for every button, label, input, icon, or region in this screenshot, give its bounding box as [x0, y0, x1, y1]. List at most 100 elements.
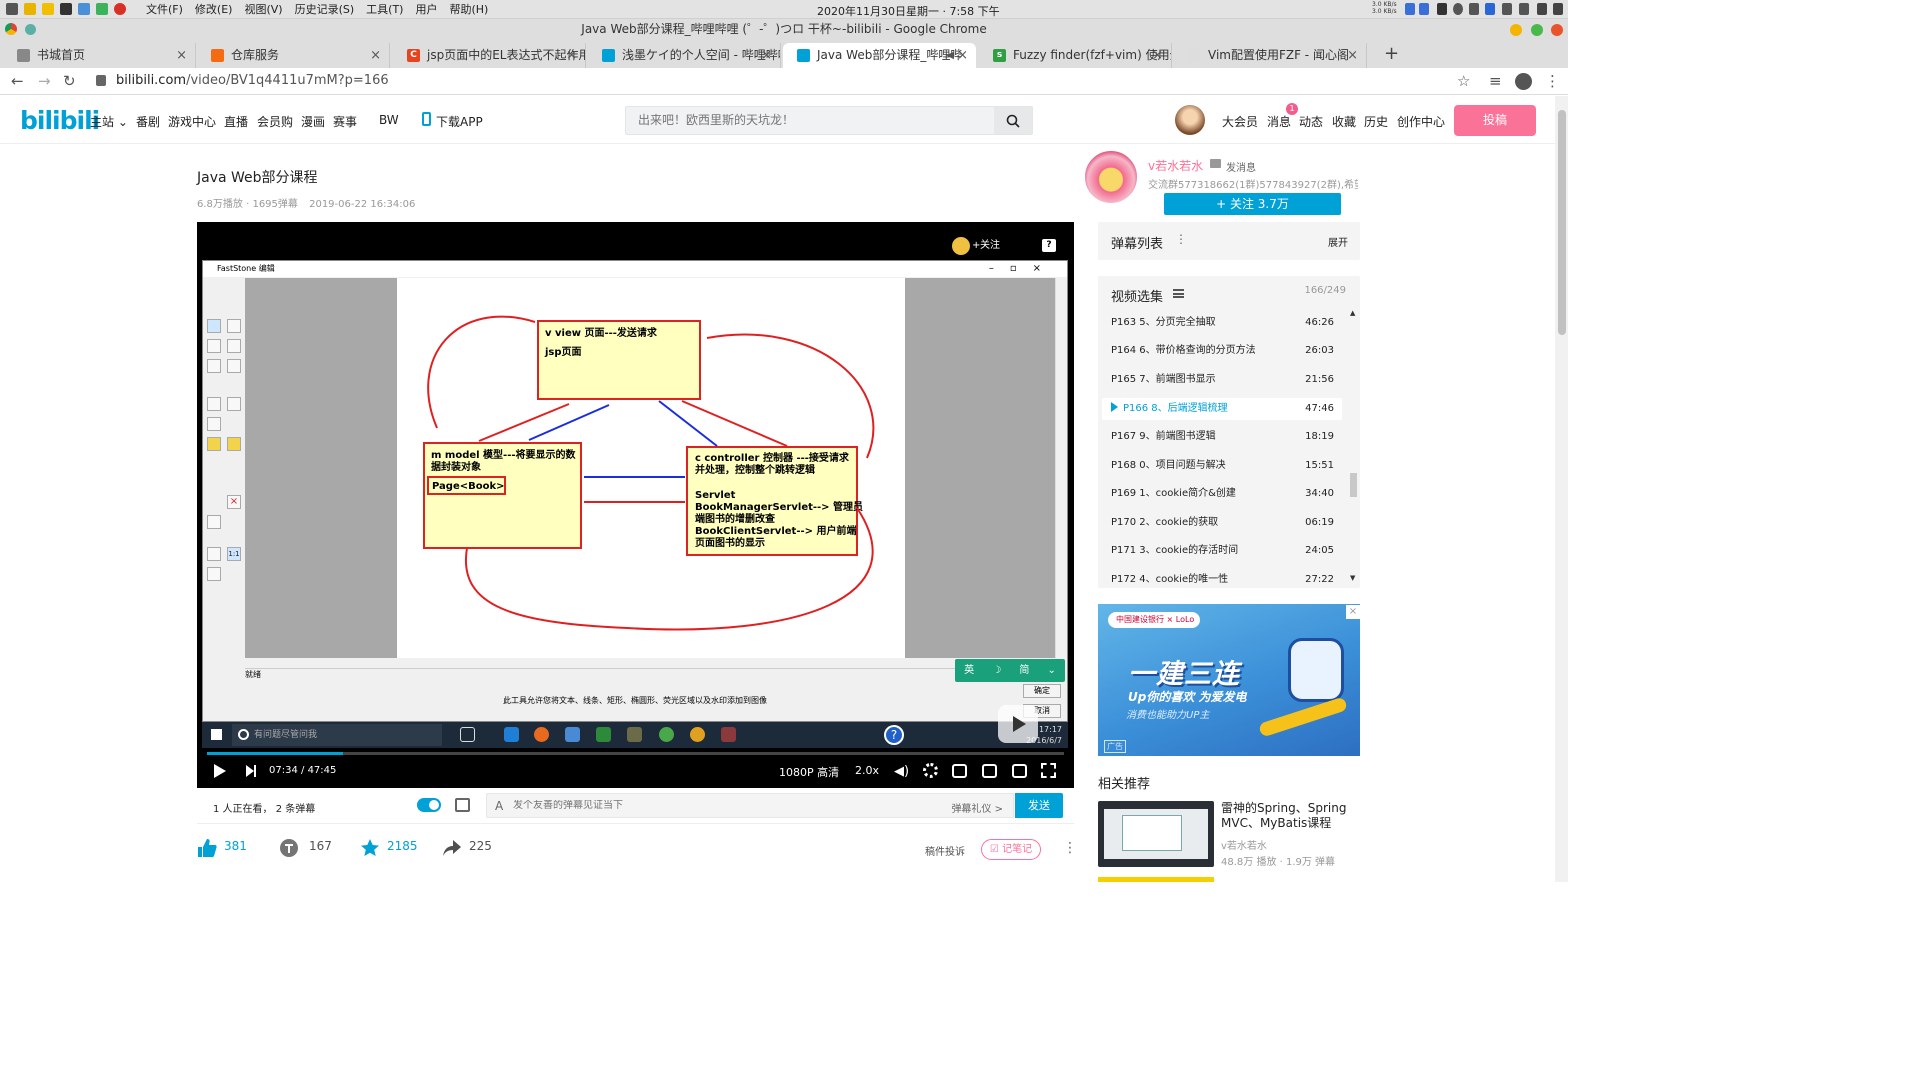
close-tab-icon[interactable]: × — [370, 43, 381, 68]
zoom-out-icon[interactable] — [207, 567, 221, 581]
episode-item[interactable]: P168 0、项目问题与解决 15:51 — [1102, 455, 1342, 477]
os-menu-help[interactable]: 帮助(H) — [449, 1, 488, 17]
related-video-uploader[interactable]: v若水若水 — [1221, 837, 1267, 852]
stamp-tool-icon[interactable] — [227, 339, 241, 353]
help-icon[interactable]: ? — [1042, 239, 1056, 252]
filled-rect-tool-icon[interactable] — [227, 397, 241, 411]
fullscreen-icon[interactable] — [1041, 763, 1056, 778]
app-icon[interactable] — [78, 3, 90, 15]
send-message-link[interactable]: 发消息 — [1226, 159, 1256, 174]
episode-item-current[interactable]: P166 8、后端逻辑梳理 47:46 — [1102, 398, 1342, 420]
upload-button[interactable]: 投稿 — [1454, 105, 1536, 136]
reload-icon[interactable]: ↻ — [63, 72, 76, 90]
scroll-down-arrow-icon[interactable]: ▼ — [1350, 574, 1355, 582]
volume-icon[interactable]: ◀) — [894, 764, 909, 779]
rectangle-tool-icon[interactable] — [207, 397, 221, 411]
marquee-tool-icon[interactable] — [227, 319, 241, 333]
line-tool-icon[interactable] — [207, 359, 221, 373]
episode-list-scrollbar-thumb[interactable] — [1350, 473, 1357, 497]
undo-icon[interactable] — [207, 515, 221, 529]
media-control-icon[interactable]: ≡ — [1489, 72, 1502, 90]
mail-icon[interactable] — [1210, 159, 1221, 168]
zoom-in-icon[interactable] — [207, 547, 221, 561]
danmaku-input[interactable] — [513, 800, 913, 811]
app-icon[interactable] — [24, 3, 36, 15]
related-video-thumbnail[interactable] — [1098, 801, 1214, 867]
episode-item[interactable]: P163 5、分页完全抽取 46:26 — [1102, 312, 1342, 334]
tray-icon[interactable] — [1419, 3, 1429, 15]
maximize-button[interactable] — [1531, 24, 1543, 36]
player-play-overlay-icon[interactable] — [998, 705, 1038, 743]
tab-vim-fzf[interactable]: Vim配置使用FZF - 闻心阁 × — [1174, 43, 1367, 68]
tray-icon[interactable] — [1405, 3, 1415, 15]
close-tab-icon[interactable]: × — [957, 43, 968, 68]
page-scrollbar-thumb[interactable] — [1558, 110, 1566, 335]
back-arrow-icon[interactable]: ← — [11, 72, 24, 90]
scroll-up-arrow-icon[interactable]: ▲ — [1350, 309, 1355, 317]
related-video-thumbnail[interactable] — [1098, 877, 1214, 882]
episode-item[interactable]: P167 9、前端图书逻辑 18:19 — [1102, 426, 1342, 448]
danmaku-send-button[interactable]: 发送 — [1015, 793, 1063, 818]
nav-game-center[interactable]: 游戏中心 — [168, 113, 216, 130]
nav-esports[interactable]: 赛事 — [333, 113, 357, 130]
related-video-title[interactable]: 雷神的Spring、Spring MVC、MyBatis课程 — [1221, 801, 1357, 831]
danmaku-toggle-icon[interactable] — [952, 764, 967, 778]
tab-jsp-el[interactable]: C jsp页面中的EL表达式不起作用 × — [393, 43, 586, 68]
tab-warehouse[interactable]: 仓库服务 × — [197, 43, 390, 68]
tray-icon[interactable] — [1502, 3, 1512, 15]
nav-bw[interactable]: BW — [379, 113, 399, 127]
editor-ok-button[interactable]: 确定 — [1023, 684, 1061, 698]
nav-anime[interactable]: 番剧 — [136, 113, 160, 130]
nav-main[interactable]: 主站 ⌄ — [90, 113, 128, 130]
take-note-button[interactable]: ☑ 记笔记 — [981, 839, 1041, 860]
eraser-tool-icon[interactable] — [227, 437, 241, 451]
next-episode-icon[interactable] — [246, 765, 254, 777]
user-avatar[interactable] — [1175, 105, 1205, 135]
episode-item[interactable]: P169 1、cookie简介&创建 34:40 — [1102, 483, 1342, 505]
play-icon[interactable] — [214, 764, 226, 778]
close-tab-icon[interactable]: × — [761, 43, 772, 68]
more-options-icon[interactable]: ⋮ — [1063, 840, 1077, 856]
address-bar[interactable]: bilibili.com/video/BV1q4411u7mM?p=166 — [116, 73, 389, 88]
search-input[interactable] — [638, 113, 988, 127]
close-tab-icon[interactable]: × — [176, 43, 187, 68]
ellipse-tool-icon[interactable] — [207, 417, 221, 431]
list-view-icon[interactable] — [1173, 289, 1184, 298]
quality-selector[interactable]: 1080P 高清 — [779, 764, 839, 780]
tab-bookstore[interactable]: 书城首页 × — [3, 43, 196, 68]
tray-icon[interactable] — [1469, 3, 1479, 15]
tab-fzf[interactable]: s Fuzzy finder(fzf+vim) 使用全指 × — [979, 43, 1172, 68]
pen-tool-icon[interactable] — [227, 359, 241, 373]
uploader-name[interactable]: v若水若水 — [1148, 157, 1203, 174]
episode-item[interactable]: P164 6、带价格查询的分页方法 26:03 — [1102, 340, 1342, 362]
forward-arrow-icon[interactable]: → — [38, 72, 51, 90]
profile-icon[interactable] — [1515, 73, 1532, 90]
danmaku-list-menu-icon[interactable]: ⋮ — [1175, 232, 1187, 246]
nav-download-app[interactable]: 下载APP — [436, 113, 483, 130]
episode-item[interactable]: P170 2、cookie的获取 06:19 — [1102, 512, 1342, 534]
favorite-star-icon[interactable] — [360, 838, 380, 858]
nav-messages[interactable]: 消息 — [1267, 113, 1291, 130]
search-button[interactable] — [994, 107, 1032, 134]
episode-item[interactable]: P165 7、前端图书显示 21:56 — [1102, 369, 1342, 391]
ad-banner[interactable]: 中国建设银行 × LoLo 一建三连 Up你的喜欢 为爱发电 消费也能助力UP主… — [1098, 604, 1360, 756]
follow-button[interactable]: + 关注 3.7万 — [1164, 193, 1341, 215]
episode-item[interactable]: P172 4、cookie的唯一性 27:22 — [1102, 569, 1342, 588]
terminal-icon[interactable] — [60, 3, 72, 15]
chrome-icon[interactable] — [114, 3, 126, 15]
danmaku-etiquette-link[interactable]: 弹幕礼仪 > — [951, 800, 1003, 815]
os-menu-user[interactable]: 用户 — [415, 1, 437, 17]
settings-gear-icon[interactable] — [923, 763, 938, 778]
speed-selector[interactable]: 2.0x — [855, 764, 879, 777]
nav-dynamics[interactable]: 动态 — [1299, 113, 1323, 130]
new-tab-button[interactable]: + — [1384, 43, 1399, 64]
chrome-menu-icon[interactable]: ⋮ — [1545, 72, 1560, 90]
os-menu-view[interactable]: 视图(V) — [244, 1, 282, 17]
window-menu-icon[interactable] — [25, 24, 36, 35]
danmaku-style-icon[interactable]: A — [495, 799, 503, 813]
danmaku-settings-icon[interactable] — [455, 798, 470, 812]
tray-icon[interactable] — [1519, 3, 1529, 15]
danmaku-list-panel[interactable]: 弹幕列表 ⋮ 展开 — [1098, 222, 1360, 260]
episode-item[interactable]: P171 3、cookie的存活时间 24:05 — [1102, 540, 1342, 562]
nav-creator-center[interactable]: 创作中心 — [1397, 113, 1445, 130]
